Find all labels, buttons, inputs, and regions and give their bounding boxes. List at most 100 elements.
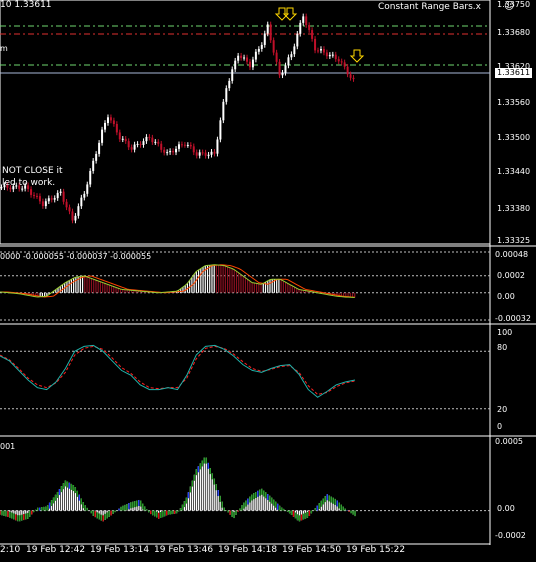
candle — [231, 69, 234, 81]
candle — [189, 144, 192, 147]
candle — [210, 151, 213, 155]
osc-axis-label: -0.0002 — [495, 531, 526, 540]
candle — [201, 152, 204, 154]
candle — [80, 197, 83, 207]
candle — [195, 152, 198, 156]
candle — [175, 148, 178, 153]
price-axis-label: 1.33750 — [497, 0, 531, 9]
candle — [44, 201, 47, 207]
candle — [328, 54, 331, 57]
candle — [266, 24, 269, 34]
candle — [346, 66, 349, 75]
candle — [142, 141, 145, 145]
candle — [47, 198, 50, 202]
note-line-1: NOT CLOSE it — [2, 166, 63, 176]
candle — [343, 62, 346, 67]
trading-chart[interactable]: 10 1.33611 Constant Range Bars.x ☺ m NOT… — [0, 0, 536, 562]
candle — [334, 54, 337, 60]
candle — [305, 16, 308, 26]
candle — [56, 192, 59, 199]
candle — [284, 65, 287, 73]
candle — [38, 196, 41, 202]
candle — [77, 206, 80, 216]
candle — [302, 16, 305, 23]
candle — [53, 198, 56, 200]
candle — [127, 141, 130, 148]
candle — [177, 144, 180, 149]
macd-axis-label: 0.00048 — [495, 250, 529, 259]
candle — [216, 139, 219, 154]
chart-canvas[interactable] — [0, 0, 536, 562]
candle — [151, 137, 154, 143]
candle — [308, 25, 311, 31]
candle — [133, 144, 136, 150]
candle — [254, 51, 257, 60]
candle — [337, 59, 340, 62]
price-axis-label: 1.33560 — [497, 98, 531, 107]
osc-label: 001 — [0, 442, 16, 451]
candle — [322, 49, 325, 53]
time-axis-label: 2:10 — [0, 545, 21, 555]
candle — [222, 101, 225, 121]
candle — [130, 147, 133, 150]
candle — [172, 151, 175, 153]
candle — [278, 61, 281, 76]
price-axis-label: 1.33325 — [497, 236, 531, 245]
candle — [287, 57, 290, 66]
symbol-price-label: 10 1.33611 — [0, 0, 52, 10]
candle — [33, 194, 36, 196]
candle — [263, 33, 266, 45]
candle — [89, 170, 92, 185]
candle — [106, 117, 109, 123]
macd-axis-label: 0.0002 — [497, 271, 525, 280]
candle — [296, 33, 299, 47]
left-marker-label: m — [0, 44, 8, 53]
time-axis-label: 19 Feb 14:50 — [282, 545, 342, 555]
candle — [183, 144, 186, 146]
candle — [180, 144, 183, 146]
macd-axis-label: 0.00 — [497, 292, 515, 301]
candle — [166, 152, 169, 154]
candle — [293, 46, 296, 55]
candle — [112, 120, 115, 124]
candle — [148, 136, 151, 138]
candle — [225, 88, 228, 102]
candle — [35, 195, 38, 197]
indicator-name-label: Constant Range Bars.x — [378, 2, 481, 12]
candle — [281, 72, 284, 76]
candle — [154, 141, 157, 143]
candle — [317, 50, 320, 52]
stoch-axis-label: 0 — [497, 422, 503, 431]
price-axis-label: 1.33440 — [497, 167, 531, 176]
candle — [257, 48, 260, 52]
candle — [213, 151, 216, 154]
candle — [50, 198, 53, 200]
candle — [228, 80, 231, 89]
candle — [299, 22, 302, 34]
price-axis-label: 1.33500 — [497, 133, 531, 142]
candle — [275, 52, 278, 62]
current-price-box: 1.33611 — [495, 68, 533, 78]
candle — [62, 191, 65, 202]
candle — [121, 138, 124, 140]
candle — [169, 151, 172, 153]
candle — [290, 54, 293, 58]
candle — [251, 59, 254, 68]
down-arrow-icon — [349, 49, 365, 63]
candle — [314, 38, 317, 51]
candle — [115, 123, 118, 133]
candle — [186, 144, 189, 146]
candle — [340, 61, 343, 63]
candle — [163, 149, 166, 153]
candle — [243, 57, 246, 59]
candle — [139, 143, 142, 145]
main-panel-frame — [0, 0, 491, 245]
stoch-axis-label: 80 — [497, 343, 508, 352]
candle — [157, 141, 160, 144]
stoch-main-line — [0, 344, 356, 398]
down-arrow-icon — [282, 7, 298, 21]
candle — [95, 153, 98, 161]
candle — [311, 30, 314, 39]
osc-axis-label: 0.0005 — [495, 437, 523, 446]
price-axis-label: 1.33680 — [497, 28, 531, 37]
